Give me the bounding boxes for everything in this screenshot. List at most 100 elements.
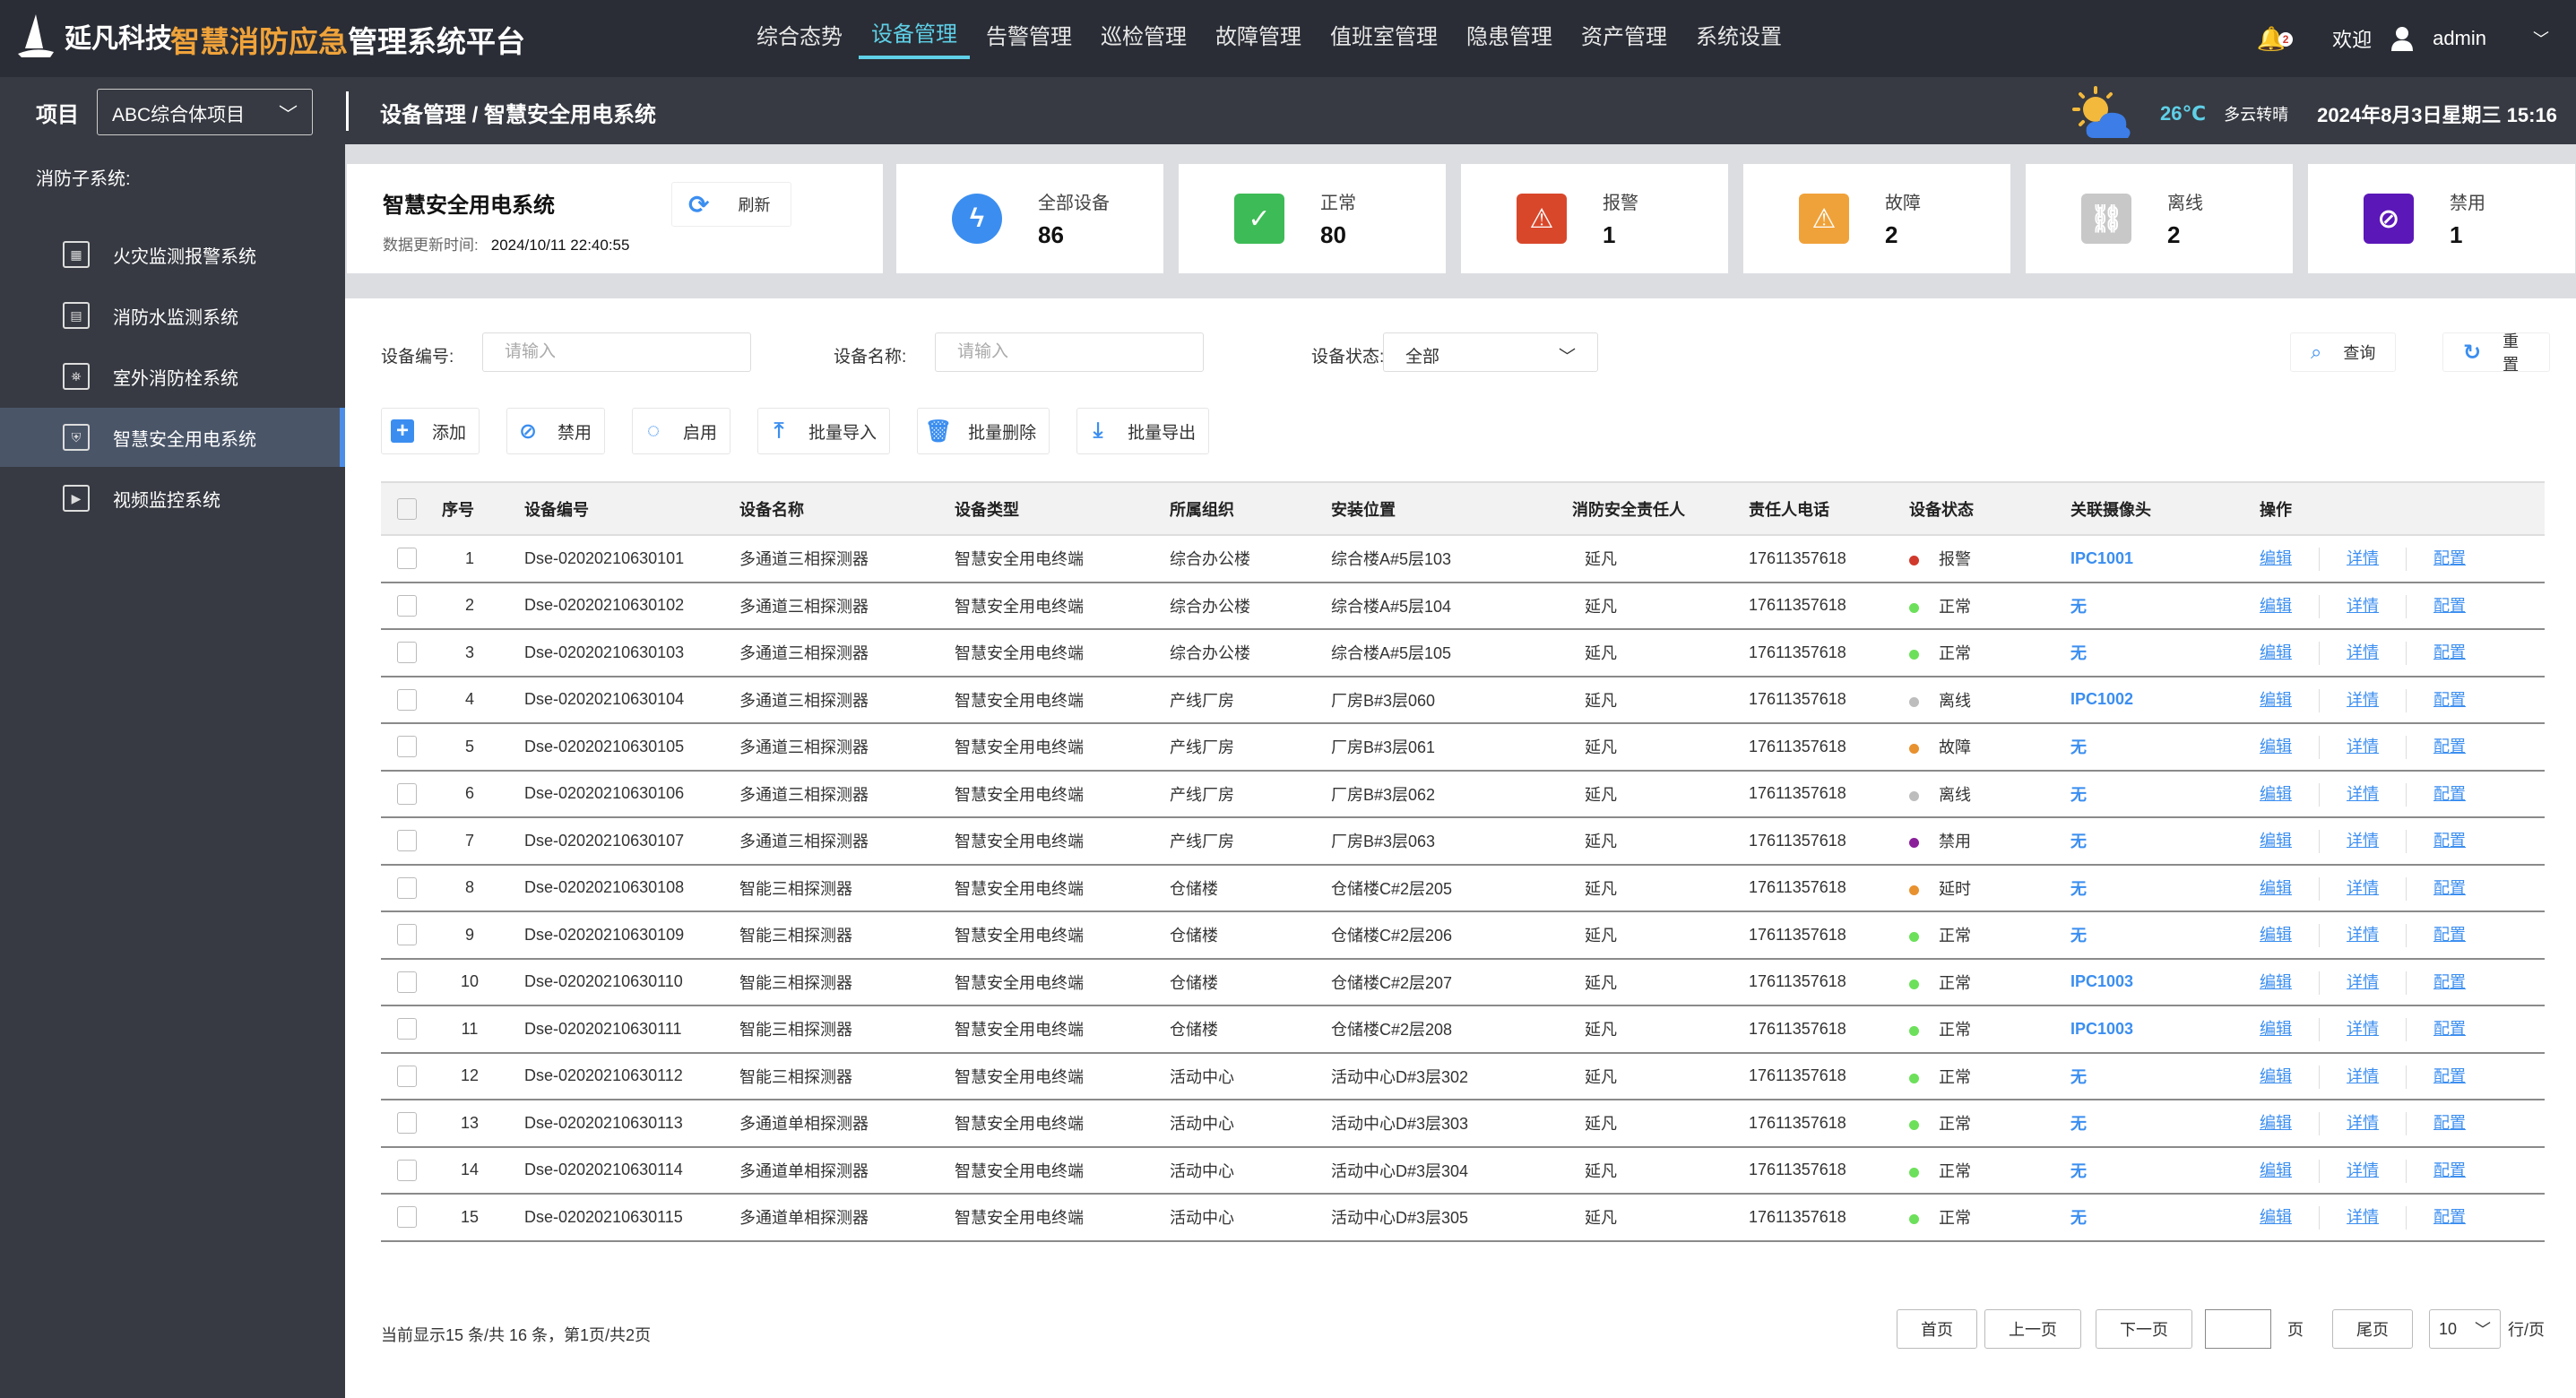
row-checkbox[interactable] [397, 876, 417, 899]
nav-tab[interactable]: 系统设置 [1683, 0, 1794, 77]
config-link[interactable]: 配置 [2433, 926, 2466, 944]
camera-link[interactable]: 无 [2070, 598, 2087, 616]
camera-link[interactable]: 无 [2070, 738, 2087, 756]
add-button[interactable]: + 添加 [381, 408, 480, 454]
select-all-checkbox[interactable] [397, 497, 417, 520]
stat-card[interactable]: ⚠ 报警 1 [1461, 164, 1728, 273]
config-link[interactable]: 配置 [2433, 1161, 2466, 1179]
edit-link[interactable]: 编辑 [2260, 973, 2292, 991]
config-link[interactable]: 配置 [2433, 738, 2466, 755]
edit-link[interactable]: 编辑 [2260, 549, 2292, 567]
camera-link[interactable]: 无 [2070, 833, 2087, 850]
nav-tab[interactable]: 告警管理 [973, 0, 1085, 77]
config-link[interactable]: 配置 [2433, 1114, 2466, 1132]
camera-link[interactable]: 无 [2070, 927, 2087, 945]
refresh-button[interactable]: ⟳ 刷新 [671, 182, 791, 227]
stat-card[interactable]: ✓ 正常 80 [1179, 164, 1446, 273]
edit-link[interactable]: 编辑 [2260, 1161, 2292, 1179]
edit-link[interactable]: 编辑 [2260, 1208, 2292, 1226]
edit-link[interactable]: 编辑 [2260, 597, 2292, 615]
row-checkbox[interactable] [397, 1065, 417, 1087]
edit-link[interactable]: 编辑 [2260, 879, 2292, 897]
detail-link[interactable]: 详情 [2347, 973, 2379, 991]
next-page-button[interactable]: 下一页 [2095, 1309, 2192, 1349]
batch-import-button[interactable]: ⤒ 批量导入 [757, 408, 891, 454]
edit-link[interactable]: 编辑 [2260, 1114, 2292, 1132]
row-checkbox[interactable] [397, 594, 417, 617]
row-checkbox[interactable] [397, 688, 417, 711]
nav-tab[interactable]: 隐患管理 [1454, 0, 1565, 77]
row-checkbox[interactable] [397, 642, 417, 664]
sidebar-item[interactable]: ▶ 视频监控系统 [0, 469, 345, 528]
first-page-button[interactable]: 首页 [1896, 1309, 1977, 1349]
device-name-input[interactable] [935, 332, 1204, 372]
reset-button[interactable]: ↻ 重置 [2442, 332, 2550, 374]
edit-link[interactable]: 编辑 [2260, 691, 2292, 709]
disable-button[interactable]: ⊘ 禁用 [506, 408, 606, 454]
sidebar-item[interactable]: ⛯ 室外消防栓系统 [0, 347, 345, 406]
sidebar-item[interactable]: ⛨ 智慧安全用电系统 [0, 408, 345, 467]
config-link[interactable]: 配置 [2433, 1020, 2466, 1038]
page-number-input[interactable] [2204, 1309, 2271, 1349]
edit-link[interactable]: 编辑 [2260, 926, 2292, 944]
detail-link[interactable]: 详情 [2347, 832, 2379, 850]
bell-icon[interactable]: 🔔 2 [2257, 25, 2294, 53]
sidebar-item[interactable]: ▤ 消防水监测系统 [0, 286, 345, 345]
detail-link[interactable]: 详情 [2347, 597, 2379, 615]
detail-link[interactable]: 详情 [2347, 785, 2379, 803]
config-link[interactable]: 配置 [2433, 785, 2466, 803]
stat-card[interactable]: ⛓ 离线 2 [2026, 164, 2293, 273]
row-checkbox[interactable] [397, 736, 417, 758]
config-link[interactable]: 配置 [2433, 973, 2466, 991]
device-status-select[interactable]: 全部 ﹀ [1383, 332, 1598, 372]
nav-tab[interactable]: 故障管理 [1203, 0, 1314, 77]
chevron-down-icon[interactable]: ﹀ [2533, 27, 2549, 50]
detail-link[interactable]: 详情 [2347, 879, 2379, 897]
camera-link[interactable]: 无 [2070, 1068, 2087, 1086]
camera-link[interactable]: IPC1003 [2070, 972, 2133, 990]
config-link[interactable]: 配置 [2433, 1067, 2466, 1085]
row-checkbox[interactable] [397, 548, 417, 570]
camera-link[interactable]: 无 [2070, 1162, 2087, 1180]
prev-page-button[interactable]: 上一页 [1984, 1309, 2081, 1349]
camera-link[interactable]: IPC1003 [2070, 1020, 2133, 1038]
nav-tab[interactable]: 巡检管理 [1088, 0, 1199, 77]
config-link[interactable]: 配置 [2433, 549, 2466, 567]
query-button[interactable]: ⌕ 查询 [2290, 332, 2397, 372]
detail-link[interactable]: 详情 [2347, 1114, 2379, 1132]
row-checkbox[interactable] [397, 971, 417, 993]
detail-link[interactable]: 详情 [2347, 643, 2379, 661]
edit-link[interactable]: 编辑 [2260, 1020, 2292, 1038]
row-checkbox[interactable] [397, 1159, 417, 1181]
detail-link[interactable]: 详情 [2347, 1208, 2379, 1226]
camera-link[interactable]: 无 [2070, 1209, 2087, 1227]
camera-link[interactable]: 无 [2070, 786, 2087, 804]
project-select[interactable]: ABC综合体项目 ﹀ [97, 89, 313, 135]
row-checkbox[interactable] [397, 1112, 417, 1135]
camera-link[interactable]: 无 [2070, 880, 2087, 898]
edit-link[interactable]: 编辑 [2260, 785, 2292, 803]
edit-link[interactable]: 编辑 [2260, 832, 2292, 850]
nav-tab[interactable]: 值班室管理 [1318, 0, 1450, 77]
row-checkbox[interactable] [397, 1018, 417, 1040]
enable-button[interactable]: ◌ 启用 [632, 408, 731, 454]
edit-link[interactable]: 编辑 [2260, 738, 2292, 755]
nav-tab[interactable]: 综合态势 [744, 0, 855, 77]
camera-link[interactable]: 无 [2070, 1115, 2087, 1133]
page-size-select[interactable]: 10 ﹀ [2428, 1309, 2501, 1349]
stat-card[interactable]: ⚠ 故障 2 [1743, 164, 2010, 273]
row-checkbox[interactable] [397, 924, 417, 946]
row-checkbox[interactable] [397, 830, 417, 852]
detail-link[interactable]: 详情 [2347, 1067, 2379, 1085]
detail-link[interactable]: 详情 [2347, 1020, 2379, 1038]
config-link[interactable]: 配置 [2433, 643, 2466, 661]
stat-card[interactable]: ϟ 全部设备 86 [896, 164, 1163, 273]
detail-link[interactable]: 详情 [2347, 926, 2379, 944]
camera-link[interactable]: 无 [2070, 644, 2087, 662]
stat-card[interactable]: ⊘ 禁用 1 [2308, 164, 2575, 273]
username[interactable]: admin [2433, 27, 2486, 50]
detail-link[interactable]: 详情 [2347, 1161, 2379, 1179]
config-link[interactable]: 配置 [2433, 879, 2466, 897]
sidebar-item[interactable]: ▦ 火灾监测报警系统 [0, 225, 345, 284]
camera-link[interactable]: IPC1001 [2070, 549, 2133, 567]
